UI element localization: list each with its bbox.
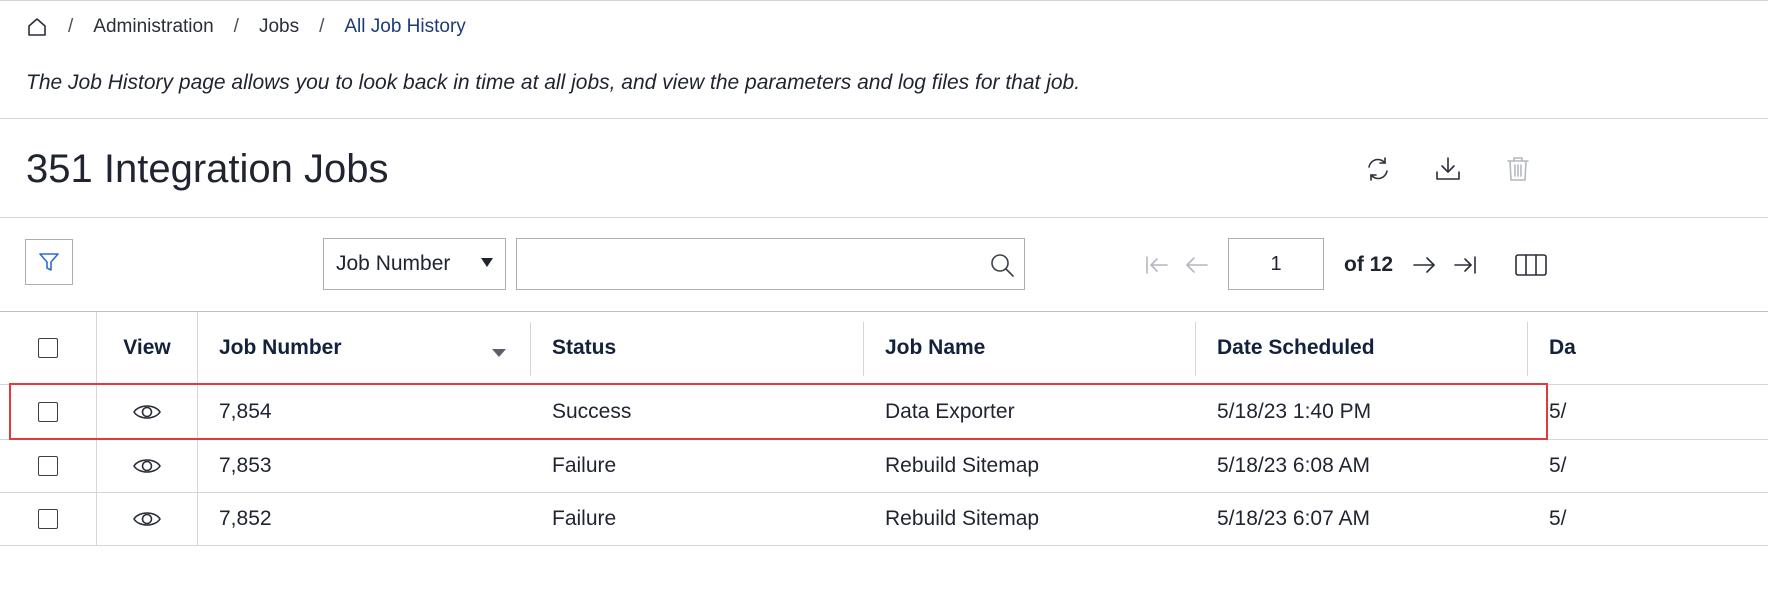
divider — [0, 217, 1768, 218]
date-scheduled-cell: 5/18/23 1:40 PM — [1217, 400, 1372, 423]
view-cell — [96, 440, 198, 492]
previous-page-icon[interactable] — [1183, 251, 1211, 279]
breadcrumb-item-all-job-history[interactable]: All Job History — [344, 16, 465, 38]
refresh-icon — [1368, 157, 1388, 181]
delete-button[interactable] — [1498, 149, 1538, 189]
download-button[interactable] — [1428, 149, 1468, 189]
table-row[interactable]: 7,852 Failure Rebuild Sitemap 5/18/23 6:… — [0, 493, 1768, 546]
breadcrumb: / Administration / Jobs / All Job Histor… — [26, 13, 466, 41]
search-field-select[interactable]: Job Number — [323, 238, 506, 290]
status-cell: Failure — [552, 454, 617, 477]
breadcrumb-separator: / — [319, 16, 325, 37]
last-page-icon[interactable] — [1451, 251, 1479, 279]
filter-icon — [39, 253, 59, 271]
download-icon — [1436, 157, 1460, 180]
first-page-icon[interactable] — [1143, 251, 1171, 279]
job-number-cell: 7,853 — [219, 454, 272, 477]
eye-icon[interactable] — [132, 401, 162, 423]
column-header-partial[interactable]: Da — [1549, 312, 1768, 384]
job-name-cell: Rebuild Sitemap — [885, 507, 1040, 530]
search-box — [516, 238, 1025, 290]
header-actions — [1358, 149, 1538, 189]
chevron-down-icon — [481, 258, 493, 267]
column-header-date-scheduled[interactable]: Date Scheduled — [1217, 312, 1527, 384]
eye-icon[interactable] — [132, 508, 162, 530]
trash-icon — [1507, 157, 1529, 181]
filter-button[interactable] — [25, 239, 73, 285]
row-checkbox[interactable] — [38, 509, 58, 529]
column-header-job-number[interactable]: Job Number — [219, 312, 529, 384]
column-divider — [863, 322, 864, 376]
select-all-cell — [0, 312, 96, 384]
row-select-cell — [0, 493, 96, 545]
partial-cell: 5/ — [1549, 507, 1567, 530]
table-row[interactable]: 7,854 Success Data Exporter 5/18/23 1:40… — [0, 385, 1768, 440]
next-page-icon[interactable] — [1410, 251, 1438, 279]
view-cell — [96, 493, 198, 545]
divider — [0, 118, 1768, 119]
row-checkbox[interactable] — [38, 402, 58, 422]
search-field-selected-value: Job Number — [336, 252, 451, 275]
date-scheduled-cell: 5/18/23 6:07 AM — [1217, 507, 1370, 530]
table-row[interactable]: 7,853 Failure Rebuild Sitemap 5/18/23 6:… — [0, 440, 1768, 493]
column-divider — [1527, 322, 1528, 376]
job-number-cell: 7,854 — [219, 400, 272, 423]
page-title: 351 Integration Jobs — [26, 147, 389, 191]
columns-icon[interactable] — [1513, 249, 1549, 281]
table-header-row: View Job Number Status Job Name Date Sch… — [0, 311, 1768, 385]
job-history-page: / Administration / Jobs / All Job Histor… — [0, 0, 1768, 616]
job-name-cell: Rebuild Sitemap — [885, 454, 1040, 477]
breadcrumb-separator: / — [68, 16, 74, 37]
sort-descending-icon[interactable] — [492, 349, 506, 357]
page-number-input[interactable] — [1228, 238, 1324, 290]
page-count: of 12 — [1344, 253, 1394, 276]
refresh-button[interactable] — [1358, 149, 1398, 189]
view-cell — [96, 385, 198, 439]
row-select-cell — [0, 440, 96, 492]
search-icon[interactable] — [988, 251, 1016, 279]
home-icon[interactable] — [26, 16, 48, 38]
select-all-checkbox[interactable] — [38, 338, 58, 358]
row-checkbox[interactable] — [38, 456, 58, 476]
column-header-view: View — [96, 312, 198, 384]
column-divider — [1195, 322, 1196, 376]
breadcrumb-item-administration[interactable]: Administration — [93, 16, 213, 38]
status-cell: Success — [552, 400, 632, 423]
search-input[interactable] — [527, 239, 971, 289]
date-scheduled-cell: 5/18/23 6:08 AM — [1217, 454, 1370, 477]
job-name-cell: Data Exporter — [885, 400, 1015, 423]
status-cell: Failure — [552, 507, 617, 530]
job-number-cell: 7,852 — [219, 507, 272, 530]
row-select-cell — [0, 385, 96, 439]
column-divider — [530, 322, 531, 376]
breadcrumb-separator: / — [233, 16, 239, 37]
column-header-job-name[interactable]: Job Name — [885, 312, 1195, 384]
page-description: The Job History page allows you to look … — [26, 71, 1081, 94]
partial-cell: 5/ — [1549, 454, 1567, 477]
eye-icon[interactable] — [132, 455, 162, 477]
breadcrumb-item-jobs[interactable]: Jobs — [259, 16, 299, 38]
partial-cell: 5/ — [1549, 400, 1567, 423]
column-header-status[interactable]: Status — [552, 312, 862, 384]
